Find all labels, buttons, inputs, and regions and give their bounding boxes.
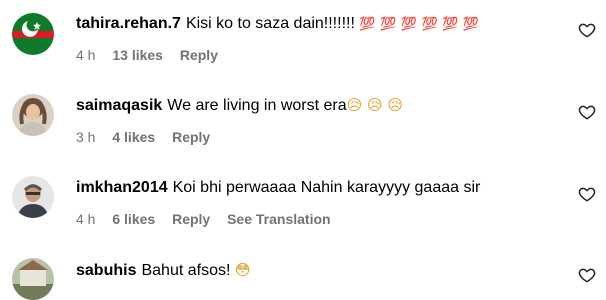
comment-text: Bahut afsos! xyxy=(141,262,231,279)
username[interactable]: tahira.rehan.7 xyxy=(76,15,181,32)
reply-button[interactable]: Reply xyxy=(180,47,218,63)
comment-line: imkhan2014 Koi bhi perwaaaa Nahin karayyy… xyxy=(76,178,480,198)
comment-line: saimaqasik We are living in worst era😥 😥 … xyxy=(76,95,403,116)
avatar[interactable] xyxy=(12,258,54,300)
comment-line: tahira.rehan.7 Kisi ko to saza dain!!!!!!… xyxy=(76,14,479,35)
comment-time[interactable]: 4 h xyxy=(76,211,95,227)
comment-time[interactable]: 3 h xyxy=(76,129,95,145)
like-heart-icon[interactable] xyxy=(578,266,596,284)
likes-count[interactable]: 6 likes xyxy=(112,211,155,227)
avatar[interactable] xyxy=(12,94,54,136)
reply-button[interactable]: Reply xyxy=(172,129,210,145)
like-heart-icon[interactable] xyxy=(578,185,596,203)
username[interactable]: imkhan2014 xyxy=(76,179,168,196)
likes-count[interactable]: 4 likes xyxy=(112,129,155,145)
comment-meta: 3 h 4 likes Reply xyxy=(76,128,223,146)
comment-line: sabuhis Bahut afsos! 😳 xyxy=(76,260,251,281)
username[interactable]: saimaqasik xyxy=(76,97,162,114)
comment-text: Koi bhi perwaaaa Nahin karayyyy gaaaa si… xyxy=(172,179,481,196)
comment-text: Kisi ko to saza dain!!!!!!! xyxy=(185,15,355,32)
like-heart-icon[interactable] xyxy=(578,21,596,39)
photo-avatar-icon xyxy=(12,258,54,300)
photo-avatar-icon xyxy=(12,176,54,218)
likes-count[interactable]: 13 likes xyxy=(112,47,163,63)
comment-emoji: 💯 💯 💯 💯 💯 💯 xyxy=(359,17,480,32)
comment-text: We are living in worst era xyxy=(167,97,347,114)
username[interactable]: sabuhis xyxy=(76,262,136,279)
pti-flag-avatar-icon xyxy=(12,13,54,55)
comment-emoji: 😥 😥 😥 xyxy=(346,96,404,114)
avatar[interactable] xyxy=(12,13,54,55)
comment-meta: 4 h 13 likes Reply xyxy=(76,46,231,64)
comment-time[interactable]: 4 h xyxy=(76,47,95,63)
comment-meta: 4 h 6 likes Reply See Translation xyxy=(76,210,344,228)
avatar[interactable] xyxy=(12,176,54,218)
like-heart-icon[interactable] xyxy=(578,103,596,121)
photo-avatar-icon xyxy=(12,94,54,136)
see-translation-button[interactable]: See Translation xyxy=(227,211,330,227)
comment-emoji: 😳 xyxy=(234,261,251,279)
reply-button[interactable]: Reply xyxy=(172,211,210,227)
